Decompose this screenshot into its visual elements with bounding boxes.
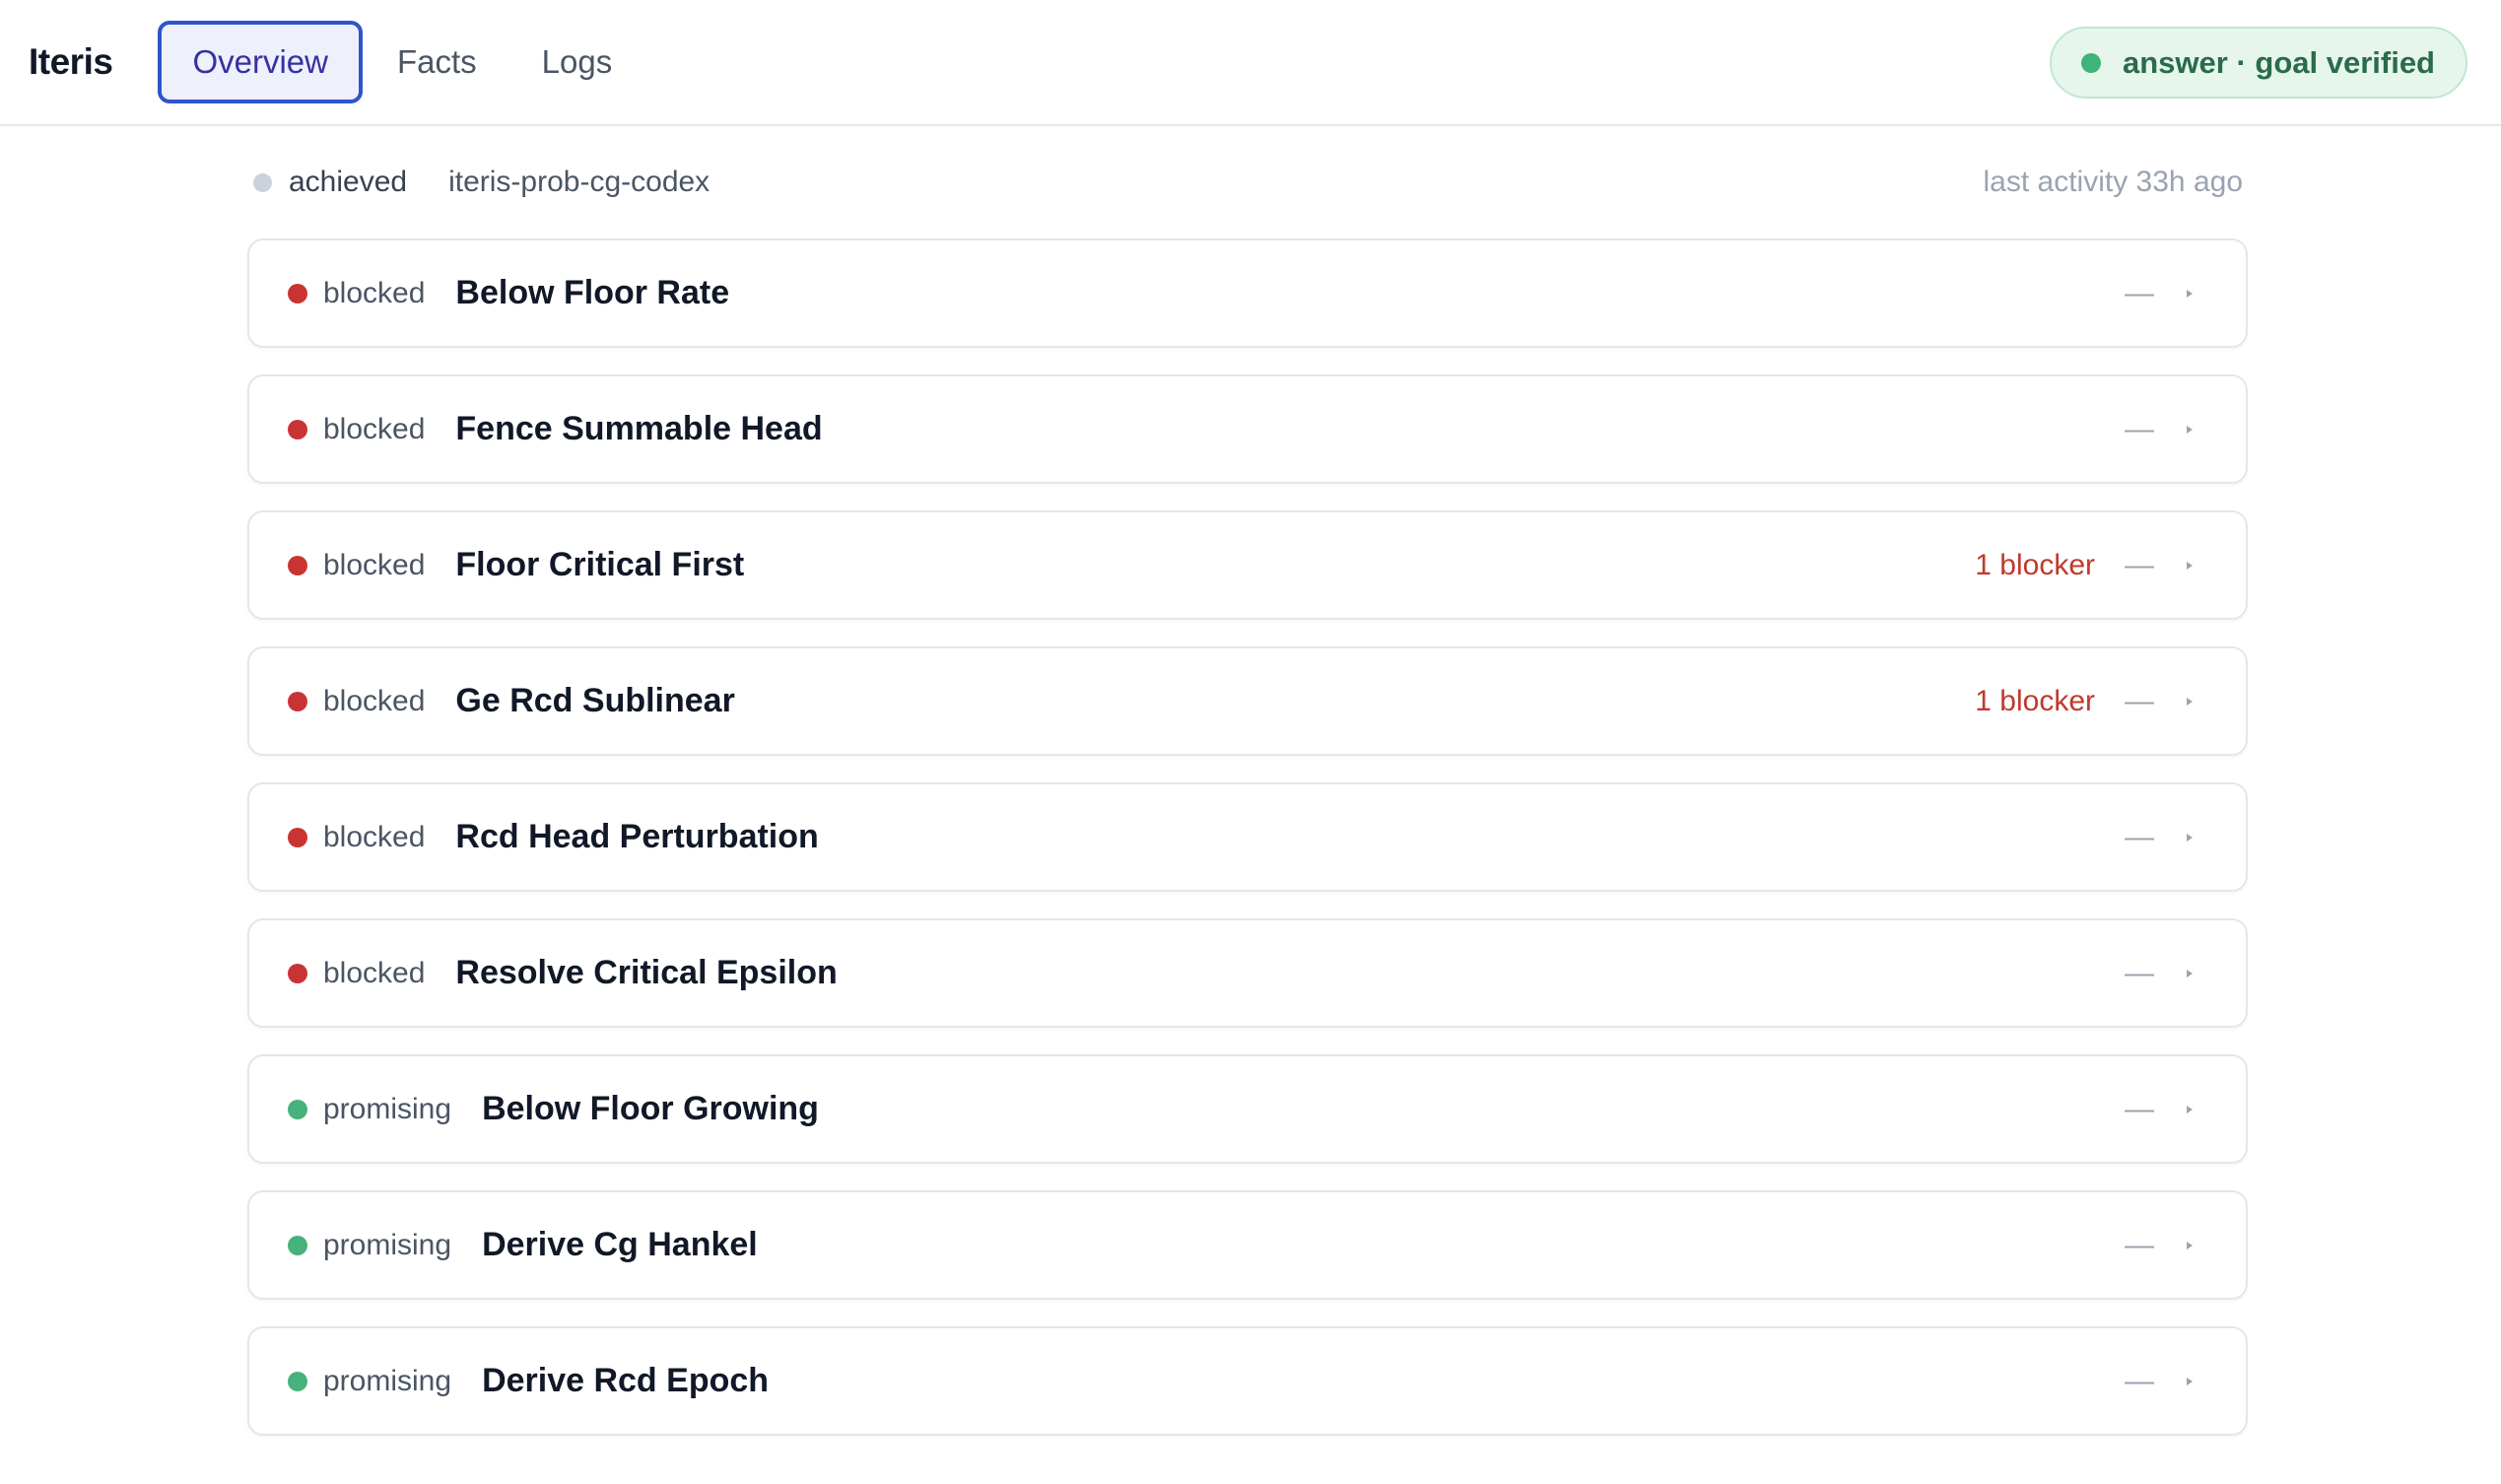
chevron-right-icon[interactable] [2187,1105,2193,1113]
status-dot-icon [288,1371,307,1391]
node-card[interactable]: blocked Ge Rcd Sublinear 1 blocker — [247,646,2248,756]
node-title: Below Floor Rate [455,274,730,311]
chevron-right-icon[interactable] [2187,969,2193,978]
node-right-meta: — [2125,413,2193,446]
chevron-right-icon[interactable] [2187,289,2193,298]
node-card[interactable]: promising Derive Rcd Epoch — [247,1326,2248,1436]
status-dot-icon [288,283,307,304]
node-state: blocked [323,412,426,445]
node-state: promising [323,1364,452,1397]
node-title: Ge Rcd Sublinear [455,682,735,719]
chevron-right-icon[interactable] [2187,425,2193,434]
node-state: promising [323,1228,452,1261]
status-dot-icon [288,1099,307,1119]
chevron-right-icon[interactable] [2187,833,2193,842]
status-dot-icon [288,555,307,575]
node-card[interactable]: blocked Below Floor Rate — [247,238,2248,348]
node-right-meta: — [2125,277,2193,310]
node-title: Derive Rcd Epoch [482,1362,770,1399]
node-title: Floor Critical First [455,546,745,583]
node-card[interactable]: blocked Fence Summable Head — [247,374,2248,484]
node-card[interactable]: blocked Floor Critical First 1 blocker — [247,510,2248,620]
node-title: Rcd Head Perturbation [455,818,819,855]
node-state: promising [323,1092,452,1125]
node-state: blocked [323,684,426,717]
tab-overview[interactable]: Overview [158,21,363,103]
problem-id: iteris-prob-cg-codex [448,166,710,198]
status-dot-icon [288,691,307,711]
goal-status-badge: answer · goal verified [2050,27,2467,99]
node-right-meta: — [2125,821,2193,854]
status-dot-icon [288,963,307,983]
node-state: blocked [323,820,426,853]
node-progress-placeholder: — [2125,1364,2154,1397]
node-list: blocked Below Floor Rate — blocked Fence Sum… [247,238,2248,1436]
node-card[interactable]: promising Below Floor Growing — [247,1054,2248,1164]
node-progress-placeholder: — [2125,1228,2154,1261]
status-dot-icon [2081,52,2101,73]
node-right-meta: — [2125,1229,2193,1262]
node-progress-placeholder: — [2125,684,2154,717]
blocker-count: 1 blocker [1975,684,2095,717]
node-card[interactable]: blocked Rcd Head Perturbation — [247,782,2248,892]
node-title: Below Floor Growing [482,1090,819,1127]
node-right-meta: — [2125,957,2193,990]
node-card[interactable]: promising Derive Cg Hankel — [247,1190,2248,1300]
status-dot-icon [288,827,307,847]
main-content: achieved iteris-prob-cg-codex last activ… [247,126,2248,1462]
chevron-right-icon[interactable] [2187,697,2193,706]
tab-facts[interactable]: Facts [367,21,507,103]
meta-status-dot-icon [253,172,272,192]
node-progress-placeholder: — [2125,548,2154,581]
node-state: blocked [323,548,426,581]
node-right-meta: — [2125,1365,2193,1398]
node-state: blocked [323,956,426,989]
node-progress-placeholder: — [2125,412,2154,445]
app-brand: Iteris [29,41,113,82]
node-progress-placeholder: — [2125,1092,2154,1125]
node-right-meta: 1 blocker — [1975,685,2193,718]
node-progress-placeholder: — [2125,820,2154,853]
node-card[interactable]: blocked Resolve Critical Epsilon — [247,918,2248,1028]
problem-state: achieved [289,166,408,198]
blocker-count: 1 blocker [1975,548,2095,581]
node-title: Fence Summable Head [455,410,823,447]
status-dot-icon [288,419,307,439]
chevron-right-icon[interactable] [2187,1241,2193,1249]
top-nav-bar: Iteris Overview Facts Logs answer · goal… [0,0,2501,126]
status-dot-icon [288,1235,307,1255]
node-title: Resolve Critical Epsilon [455,954,838,991]
last-activity: last activity 33h ago [1983,166,2243,198]
tab-logs[interactable]: Logs [511,21,643,103]
node-progress-placeholder: — [2125,956,2154,989]
chevron-right-icon[interactable] [2187,561,2193,570]
node-title: Derive Cg Hankel [482,1226,758,1263]
node-right-meta: 1 blocker — [1975,549,2193,582]
node-progress-placeholder: — [2125,276,2154,309]
goal-status-text: answer · goal verified [2123,44,2435,80]
problem-meta-row: achieved iteris-prob-cg-codex last activ… [247,126,2248,238]
chevron-right-icon[interactable] [2187,1377,2193,1385]
node-right-meta: — [2125,1093,2193,1126]
node-state: blocked [323,276,426,309]
